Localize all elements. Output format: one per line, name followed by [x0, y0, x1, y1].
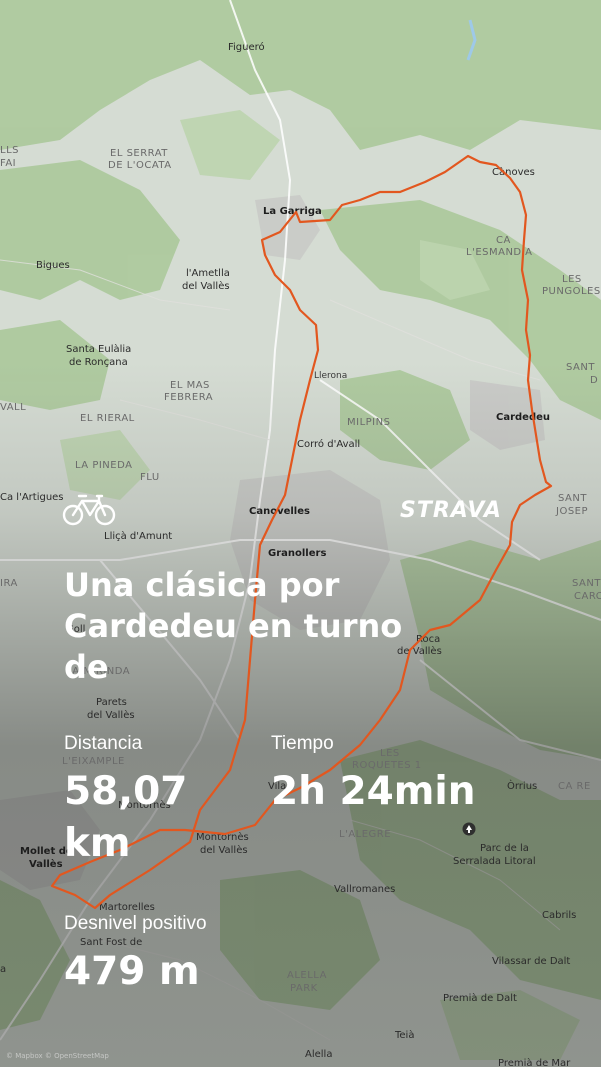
- distance-value: 58,07 km: [64, 769, 188, 866]
- elevation-value: 479 m: [64, 949, 200, 994]
- activity-title: Una clásica por Cardedeu en turno de: [64, 566, 403, 686]
- map-credit: © Mapbox © OpenStreetMap: [6, 1052, 109, 1060]
- time-label: Tiempo: [271, 733, 334, 754]
- distance-label: Distancia: [64, 733, 143, 754]
- activity-route: [50, 154, 553, 910]
- bike-icon: [62, 494, 116, 526]
- activity-share-card: Figueró EL SERRAT DE L'OCATA La Garriga …: [0, 0, 601, 1067]
- elevation-label: Desnivel positivo: [64, 913, 207, 934]
- strava-logo: STRAVA: [400, 498, 502, 523]
- time-value: 2h 24min: [271, 769, 476, 814]
